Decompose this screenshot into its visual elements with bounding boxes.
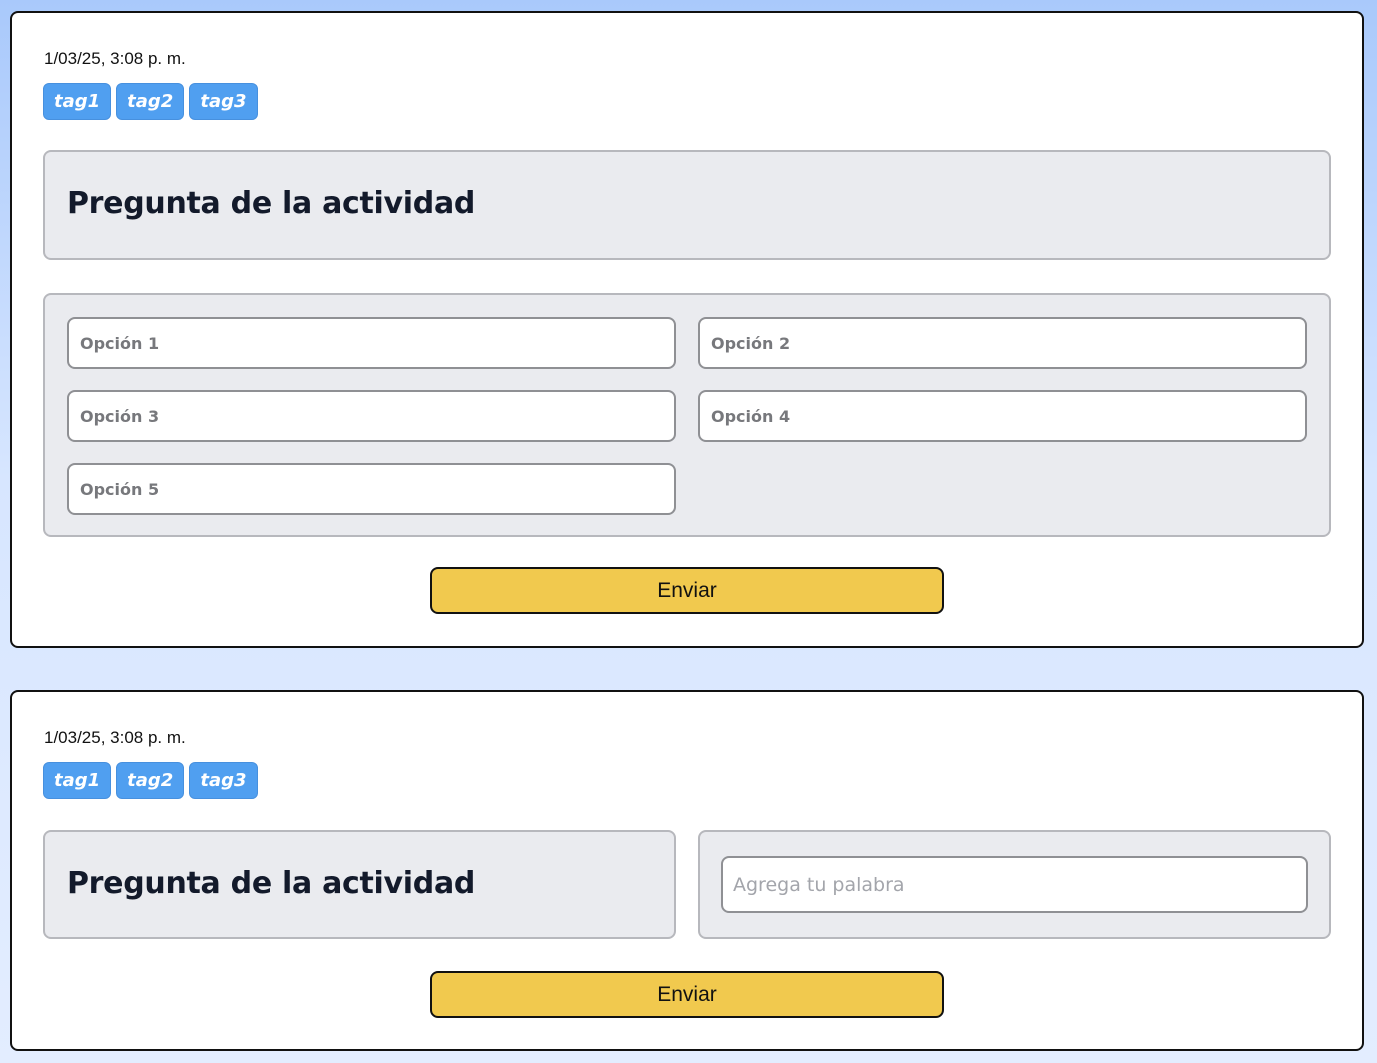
option-input-3[interactable] [67,390,676,442]
tag-chip[interactable]: tag3 [189,762,258,799]
options-panel [43,293,1331,537]
option-input-1[interactable] [67,317,676,369]
tag-chip[interactable]: tag2 [116,762,185,799]
submit-button[interactable]: Enviar [430,971,944,1018]
submit-button[interactable]: Enviar [430,567,944,614]
activity-card-multiple-choice: 1/03/25, 3:08 p. m. tag1 tag2 tag3 Pregu… [10,11,1364,648]
question-title: Pregunta de la actividad [67,186,476,221]
activity-card-word: 1/03/25, 3:08 p. m. tag1 tag2 tag3 Pregu… [10,690,1364,1051]
option-input-4[interactable] [698,390,1307,442]
question-title: Pregunta de la actividad [67,866,476,901]
tag-chip[interactable]: tag1 [43,83,112,120]
option-input-2[interactable] [698,317,1307,369]
tag-chip[interactable]: tag2 [116,83,185,120]
tag-list: tag1 tag2 tag3 [43,83,258,120]
tag-chip[interactable]: tag3 [189,83,258,120]
tag-chip[interactable]: tag1 [43,762,112,799]
activity-timestamp: 1/03/25, 3:08 p. m. [44,728,186,747]
activity-timestamp: 1/03/25, 3:08 p. m. [44,49,186,68]
option-input-5[interactable] [67,463,676,515]
question-panel: Pregunta de la actividad [43,830,676,939]
question-panel: Pregunta de la actividad [43,150,1331,260]
word-input[interactable] [721,856,1308,913]
tag-list: tag1 tag2 tag3 [43,762,258,799]
word-panel [698,830,1331,939]
